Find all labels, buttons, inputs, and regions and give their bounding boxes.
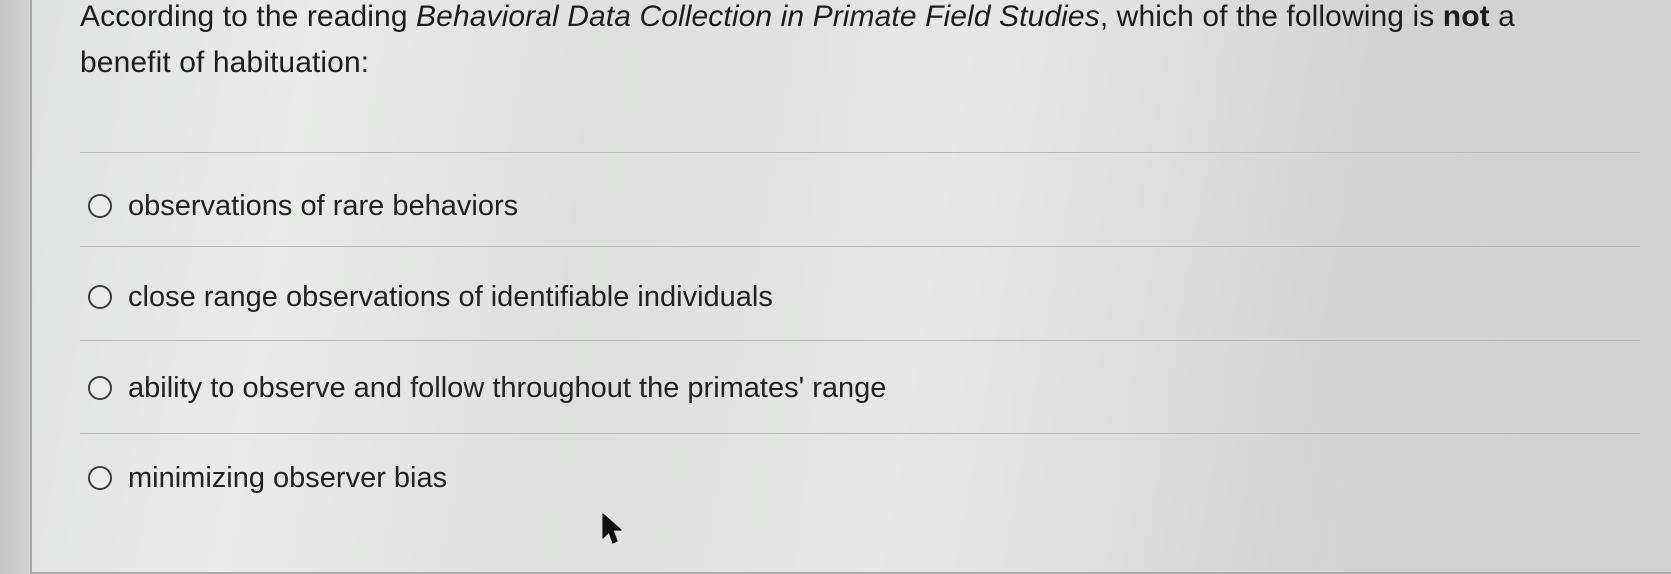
radio-button-icon[interactable] bbox=[88, 194, 112, 218]
question-text: According to the reading Behavioral Data… bbox=[80, 0, 1580, 86]
radio-button-icon[interactable] bbox=[88, 376, 112, 400]
answer-option[interactable]: ability to observe and follow throughout… bbox=[88, 368, 886, 408]
mouse-pointer-icon bbox=[602, 513, 622, 544]
answer-option[interactable]: minimizing observer bias bbox=[88, 458, 447, 498]
answer-option-label: minimizing observer bias bbox=[128, 461, 448, 494]
question-prefix: According to the reading bbox=[80, 0, 417, 33]
answer-option-label: ability to observe and follow throughout… bbox=[128, 371, 887, 404]
divider bbox=[80, 433, 1640, 434]
screen-edge-shadow bbox=[0, 0, 30, 574]
divider bbox=[80, 340, 1640, 341]
question-emphasis: not bbox=[1442, 0, 1490, 33]
radio-button-icon[interactable] bbox=[88, 285, 112, 309]
answer-option-label: close range observations of identifiable… bbox=[128, 280, 773, 313]
reading-title: Behavioral Data Collection in Primate Fi… bbox=[416, 0, 1100, 33]
divider bbox=[80, 246, 1640, 247]
answer-option-label: observations of rare behaviors bbox=[128, 189, 519, 222]
divider bbox=[80, 152, 1640, 153]
answer-option[interactable]: observations of rare behaviors bbox=[88, 186, 518, 226]
radio-button-icon[interactable] bbox=[88, 466, 112, 490]
answer-option[interactable]: close range observations of identifiable… bbox=[88, 277, 773, 317]
question-middle: , which of the following is bbox=[1099, 0, 1443, 33]
